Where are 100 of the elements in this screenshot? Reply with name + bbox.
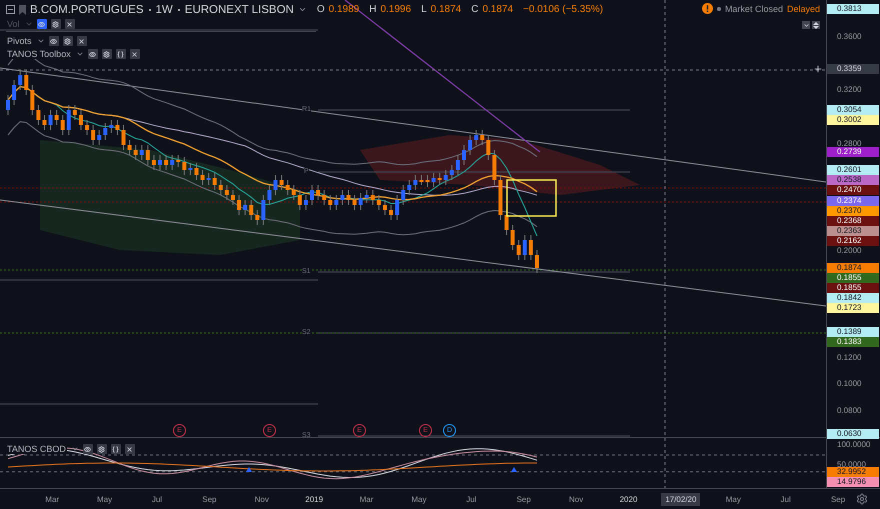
settings-icon[interactable] xyxy=(50,19,61,29)
separator-dot xyxy=(148,8,151,10)
chevron-icon[interactable] xyxy=(70,445,79,453)
symbol-name[interactable]: B.COM.PORTUGUES xyxy=(30,4,144,16)
separator-dot xyxy=(178,8,180,10)
candlestick xyxy=(382,200,387,216)
price-label: 0.2368 xyxy=(827,216,879,226)
price-label: 0.1842 xyxy=(827,292,879,303)
settings-icon[interactable] xyxy=(96,444,107,454)
candlestick xyxy=(42,114,46,130)
candlestick xyxy=(328,194,332,210)
settings-icon[interactable] xyxy=(102,49,112,59)
candlestick xyxy=(510,224,515,250)
candlestick xyxy=(182,156,186,176)
candlestick xyxy=(364,190,369,204)
candlestick xyxy=(407,180,412,196)
ohlc-value: 0.1989 xyxy=(328,4,360,15)
code-icon[interactable] xyxy=(116,49,126,59)
candlestick xyxy=(340,190,344,206)
data-feed-status: Delayed xyxy=(786,4,820,14)
price-tick-label: 0.1200 xyxy=(837,352,862,363)
up-down-icon[interactable] xyxy=(812,21,820,29)
study-name[interactable]: TANOS Toolbox xyxy=(6,49,72,59)
eye-icon[interactable] xyxy=(88,49,98,59)
study-name[interactable]: Pivots xyxy=(6,36,33,46)
candlestick xyxy=(188,162,192,176)
candlestick xyxy=(456,154,460,176)
price-label: 0.3813 xyxy=(827,4,879,14)
time-label: Nov xyxy=(568,494,584,504)
collapse-icon[interactable] xyxy=(6,5,15,14)
chevron-icon[interactable] xyxy=(76,50,84,58)
candlestick xyxy=(66,104,71,136)
ohlc-label: C xyxy=(471,4,478,15)
price-label: 0.3054 xyxy=(827,104,879,115)
caret-down-icon[interactable] xyxy=(802,21,810,29)
chevron-icon[interactable] xyxy=(36,37,45,45)
candlestick xyxy=(322,190,326,206)
candlestick xyxy=(261,194,266,226)
candlestick xyxy=(462,144,466,166)
time-label: Jul xyxy=(152,494,162,504)
price-label: 0.2739 xyxy=(827,147,879,157)
exchange-label: EURONEXT LISBON xyxy=(184,4,294,16)
candlestick xyxy=(176,154,180,168)
time-label: 2020 xyxy=(620,494,638,504)
candlestick xyxy=(376,194,381,210)
candlestick xyxy=(78,110,83,130)
close-icon[interactable] xyxy=(124,444,135,454)
candlestick xyxy=(72,104,77,120)
candlestick xyxy=(395,194,400,220)
candlestick xyxy=(164,154,168,170)
eye-icon[interactable] xyxy=(82,444,93,454)
ohlc-value: 0.1996 xyxy=(380,4,412,15)
candlestick xyxy=(468,134,472,156)
indicator-tick-label: 50.0000 xyxy=(837,460,866,469)
candlestick xyxy=(426,174,430,188)
candlestick xyxy=(334,194,338,210)
price-label: 0.2363 xyxy=(827,226,879,236)
price-label: 0.1855 xyxy=(827,272,879,283)
price-label: 0.1874 xyxy=(827,262,879,273)
candlestick xyxy=(504,210,509,236)
candlestick xyxy=(444,170,448,186)
chevron-icon[interactable] xyxy=(298,5,307,14)
candlestick xyxy=(152,154,156,170)
candlestick xyxy=(286,180,290,196)
candlestick xyxy=(304,194,308,210)
candlestick xyxy=(134,144,138,160)
study-name[interactable]: TANOS CBOD xyxy=(6,444,67,454)
time-label: Mar xyxy=(45,494,60,504)
close-icon[interactable] xyxy=(76,36,87,46)
eye-icon[interactable] xyxy=(36,19,47,29)
candlestick xyxy=(528,234,533,260)
price-tick-label: 0.3600 xyxy=(837,32,862,42)
candlestick xyxy=(206,172,211,186)
candlestick xyxy=(419,174,424,186)
interval-label[interactable]: 1W xyxy=(156,4,173,16)
close-icon[interactable] xyxy=(64,19,75,29)
flag-icon xyxy=(19,4,26,14)
warning-icon[interactable] xyxy=(702,3,713,14)
candlestick xyxy=(267,184,272,206)
signal-marker xyxy=(511,467,517,472)
code-icon[interactable] xyxy=(110,444,121,454)
candlestick xyxy=(230,190,235,206)
candlestick xyxy=(115,120,120,136)
price-label: 0.3002 xyxy=(827,114,879,125)
candlestick xyxy=(140,144,144,160)
settings-icon[interactable] xyxy=(62,36,73,46)
price-label: 0.1383 xyxy=(827,337,879,348)
candlestick xyxy=(480,130,484,146)
eye-icon[interactable] xyxy=(48,36,59,46)
candlestick xyxy=(401,184,406,206)
candlestick xyxy=(97,130,102,146)
candlestick xyxy=(170,154,174,170)
plus-icon[interactable] xyxy=(813,64,823,74)
indicator-value-label: 14.9796 xyxy=(827,476,879,487)
candlestick xyxy=(274,174,278,196)
ohlc-label: L xyxy=(421,4,427,15)
time-label: 2019 xyxy=(305,494,324,504)
market-status: Market Closed xyxy=(724,4,783,14)
close-icon[interactable] xyxy=(130,49,140,59)
candlestick xyxy=(522,234,527,260)
